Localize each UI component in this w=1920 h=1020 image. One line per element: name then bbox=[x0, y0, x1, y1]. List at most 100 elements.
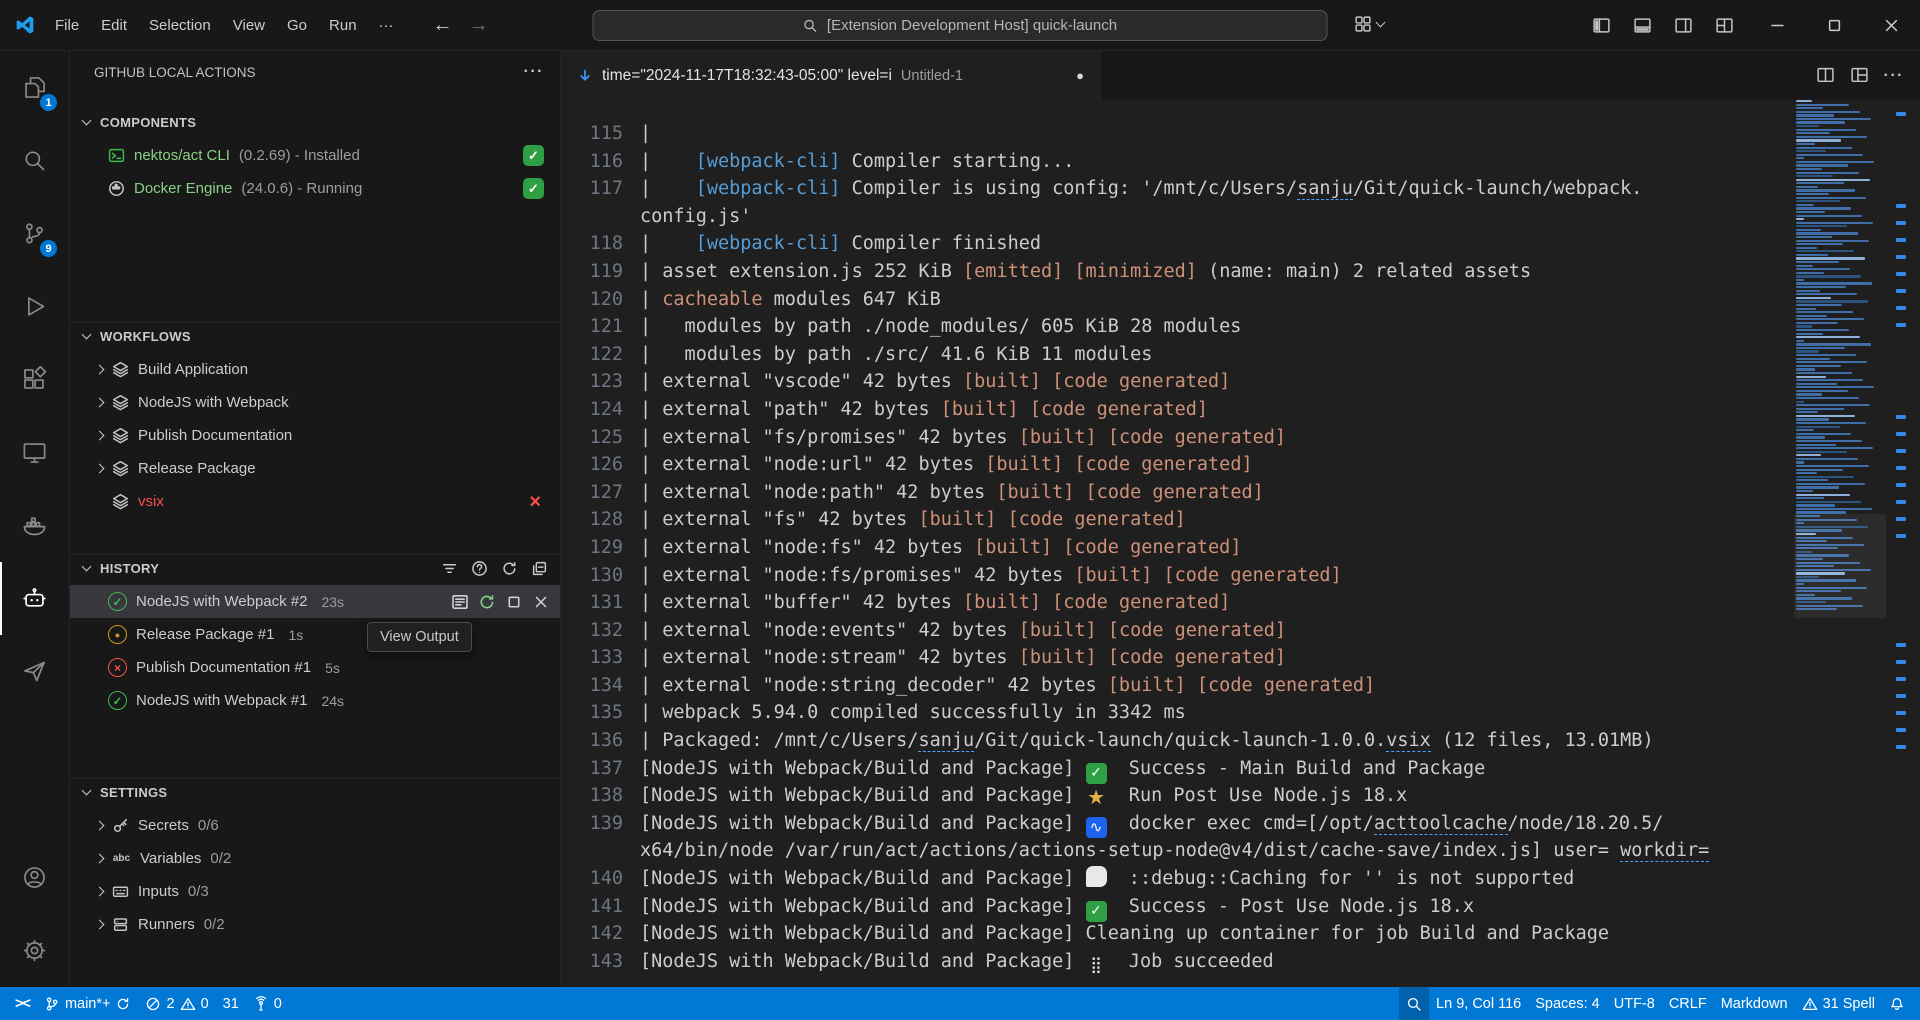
code-line[interactable]: 133| external "node:stream" 42 bytes [bu… bbox=[561, 644, 1794, 672]
go-back-icon[interactable]: ← bbox=[433, 14, 453, 37]
activity-run-debug[interactable] bbox=[0, 270, 69, 343]
toggle-primary-sidebar-icon[interactable] bbox=[1592, 16, 1611, 35]
minimap[interactable] bbox=[1794, 100, 1886, 987]
history-item[interactable]: ●Release Package #11s bbox=[70, 618, 560, 651]
menu-selection[interactable]: Selection bbox=[138, 10, 222, 40]
menu-view[interactable]: View bbox=[222, 10, 276, 40]
code-line[interactable]: 116| [webpack-cli] Compiler starting... bbox=[561, 148, 1794, 176]
settings-header[interactable]: SETTINGS bbox=[70, 779, 560, 806]
activity-account[interactable] bbox=[0, 841, 69, 914]
code-line[interactable]: 128| external "fs" 42 bytes [built] [cod… bbox=[561, 506, 1794, 534]
component-item[interactable]: Docker Engine(24.0.6) - Running✓ bbox=[70, 172, 560, 205]
code-line[interactable]: 139[NodeJS with Webpack/Build and Packag… bbox=[561, 810, 1794, 838]
code-line[interactable]: 142[NodeJS with Webpack/Build and Packag… bbox=[561, 920, 1794, 948]
remote-indicator[interactable]: >< bbox=[8, 987, 37, 1020]
code-line[interactable]: 143[NodeJS with Webpack/Build and Packag… bbox=[561, 948, 1794, 976]
split-editor-icon[interactable] bbox=[1816, 66, 1835, 85]
code-line[interactable]: 126| external "node:url" 42 bytes [built… bbox=[561, 451, 1794, 479]
code-line[interactable]: 136| Packaged: /mnt/c/Users/sanju/Git/qu… bbox=[561, 727, 1794, 755]
tab-untitled-1[interactable]: time="2024-11-17T18:32:43-05:00" level=i… bbox=[561, 51, 1101, 100]
maximize-button[interactable] bbox=[1806, 0, 1863, 50]
counter-status[interactable]: 31 bbox=[216, 987, 246, 1020]
workflow-error-icon[interactable]: × bbox=[529, 492, 541, 512]
activity-github-local-actions[interactable] bbox=[0, 562, 69, 635]
code-line[interactable]: 122| modules by path ./src/ 41.6 KiB 11 … bbox=[561, 341, 1794, 369]
activity-source-control[interactable]: 9 bbox=[0, 197, 69, 270]
eol-status[interactable]: CRLF bbox=[1662, 987, 1714, 1020]
more-actions-icon[interactable]: ··· bbox=[524, 63, 544, 81]
workflow-item[interactable]: Build Application bbox=[70, 353, 560, 386]
activity-remote-explorer[interactable] bbox=[0, 416, 69, 489]
minimap-viewport[interactable] bbox=[1794, 514, 1886, 618]
activity-publisher[interactable] bbox=[0, 635, 69, 708]
code-line[interactable]: config.js' bbox=[561, 203, 1794, 231]
components-header[interactable]: COMPONENTS bbox=[70, 109, 560, 136]
settings-item-runners[interactable]: Runners0/2 bbox=[70, 908, 560, 941]
refresh-icon[interactable] bbox=[501, 560, 518, 577]
collapse-all-icon[interactable] bbox=[531, 560, 548, 577]
command-center-search[interactable]: [Extension Development Host] quick-launc… bbox=[593, 10, 1328, 41]
settings-item-inputs[interactable]: Inputs0/3 bbox=[70, 875, 560, 908]
settings-item-variables[interactable]: abcVariables0/2 bbox=[70, 842, 560, 875]
code-line[interactable]: 119| asset extension.js 252 KiB [emitted… bbox=[561, 258, 1794, 286]
code-line[interactable]: 130| external "node:fs/promises" 42 byte… bbox=[561, 562, 1794, 590]
code-line[interactable]: 132| external "node:events" 42 bytes [bu… bbox=[561, 617, 1794, 645]
workflows-header[interactable]: WORKFLOWS bbox=[70, 323, 560, 350]
menu-file[interactable]: File bbox=[44, 10, 90, 40]
code-line[interactable]: 137[NodeJS with Webpack/Build and Packag… bbox=[561, 755, 1794, 783]
code-line[interactable]: 121| modules by path ./node_modules/ 605… bbox=[561, 313, 1794, 341]
filter-icon[interactable] bbox=[441, 560, 458, 577]
dismiss-button[interactable] bbox=[532, 593, 550, 611]
code-line[interactable]: 115| bbox=[561, 120, 1794, 148]
code-line[interactable]: 125| external "fs/promises" 42 bytes [bu… bbox=[561, 424, 1794, 452]
workflow-item[interactable]: vsix× bbox=[70, 485, 560, 518]
code-line[interactable]: 123| external "vscode" 42 bytes [built] … bbox=[561, 368, 1794, 396]
ports-status[interactable]: 0 bbox=[246, 987, 289, 1020]
cursor-position-status[interactable]: Ln 9, Col 116 bbox=[1429, 987, 1528, 1020]
profile-grid-icon[interactable] bbox=[1354, 15, 1384, 33]
code-line[interactable]: 138[NodeJS with Webpack/Build and Packag… bbox=[561, 782, 1794, 810]
activity-extensions[interactable] bbox=[0, 343, 69, 416]
code-line[interactable]: 131| external "buffer" 42 bytes [built] … bbox=[561, 589, 1794, 617]
code-line[interactable]: 124| external "path" 42 bytes [built] [c… bbox=[561, 396, 1794, 424]
settings-item-secrets[interactable]: Secrets0/6 bbox=[70, 809, 560, 842]
code-line[interactable]: 129| external "node:fs" 42 bytes [built]… bbox=[561, 534, 1794, 562]
stop-button[interactable] bbox=[505, 593, 523, 611]
more-actions-icon[interactable]: ··· bbox=[1884, 67, 1904, 85]
code-line[interactable]: 135| webpack 5.94.0 compiled successfull… bbox=[561, 699, 1794, 727]
code-line[interactable]: 117| [webpack-cli] Compiler is using con… bbox=[561, 175, 1794, 203]
encoding-status[interactable]: UTF-8 bbox=[1607, 987, 1662, 1020]
modified-dot-icon[interactable]: ● bbox=[1076, 68, 1084, 83]
activity-settings-gear[interactable] bbox=[0, 914, 69, 987]
workflow-item[interactable]: Release Package bbox=[70, 452, 560, 485]
history-item[interactable]: ✓NodeJS with Webpack #223s bbox=[70, 585, 560, 618]
component-item[interactable]: nektos/act CLI(0.2.69) - Installed✓ bbox=[70, 139, 560, 172]
branch-status[interactable]: main*+ bbox=[37, 987, 139, 1020]
activity-explorer[interactable]: 1 bbox=[0, 51, 69, 124]
editor-layout-icon[interactable] bbox=[1850, 66, 1869, 85]
code-line[interactable]: 127| external "node:path" 42 bytes [buil… bbox=[561, 479, 1794, 507]
notifications-status[interactable] bbox=[1882, 987, 1912, 1020]
rerun-button[interactable] bbox=[478, 593, 496, 611]
code-line[interactable]: 120| cacheable modules 647 KiB bbox=[561, 286, 1794, 314]
history-item[interactable]: ✓NodeJS with Webpack #124s bbox=[70, 684, 560, 717]
customize-layout-icon[interactable] bbox=[1715, 16, 1734, 35]
minimize-button[interactable] bbox=[1749, 0, 1806, 50]
toggle-secondary-sidebar-icon[interactable] bbox=[1674, 16, 1693, 35]
problems-status[interactable]: 2 0 bbox=[138, 987, 215, 1020]
go-forward-icon[interactable]: → bbox=[469, 14, 489, 37]
activity-search[interactable] bbox=[0, 124, 69, 197]
indentation-status[interactable]: Spaces: 4 bbox=[1528, 987, 1607, 1020]
workflow-item[interactable]: NodeJS with Webpack bbox=[70, 386, 560, 419]
view-output-button[interactable] bbox=[451, 593, 469, 611]
zoom-status[interactable] bbox=[1399, 987, 1429, 1020]
code-line[interactable]: 118| [webpack-cli] Compiler finished bbox=[561, 230, 1794, 258]
menu-overflow-icon[interactable]: ··· bbox=[368, 10, 405, 40]
history-header[interactable]: HISTORY bbox=[70, 555, 560, 582]
code-line[interactable]: 134| external "node:string_decoder" 42 b… bbox=[561, 672, 1794, 700]
close-button[interactable] bbox=[1863, 0, 1920, 50]
menu-go[interactable]: Go bbox=[276, 10, 318, 40]
history-item[interactable]: ×Publish Documentation #15s bbox=[70, 651, 560, 684]
help-icon[interactable] bbox=[471, 560, 488, 577]
menu-run[interactable]: Run bbox=[318, 10, 368, 40]
